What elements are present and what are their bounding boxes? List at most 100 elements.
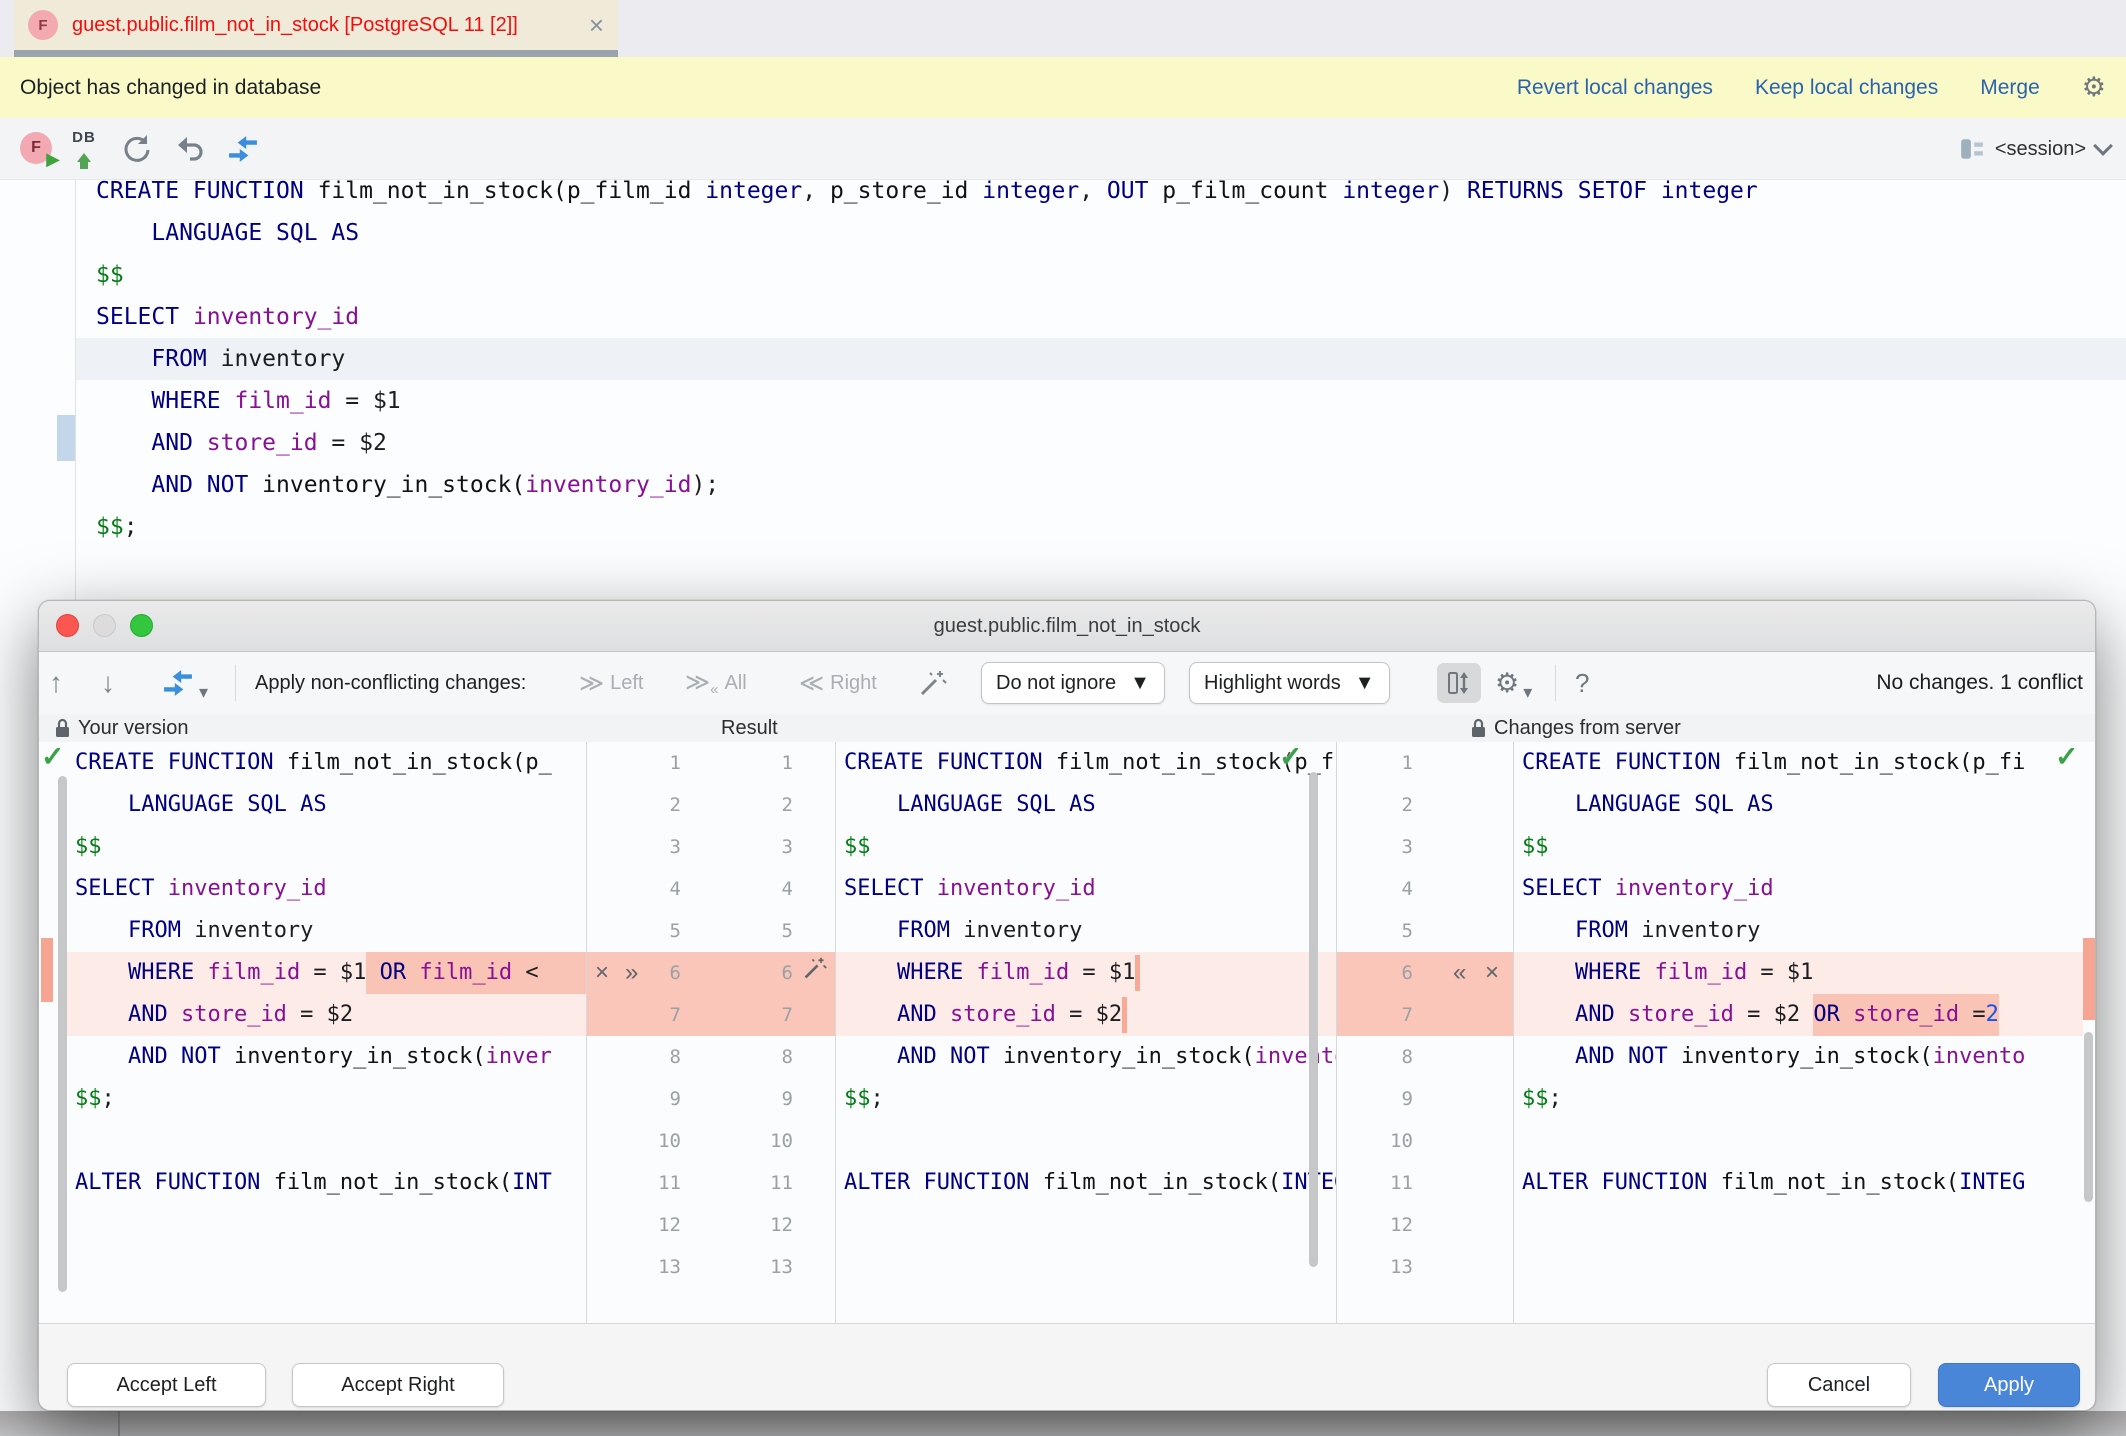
code-token: = $1 (1747, 952, 1813, 994)
ignore-policy-select[interactable]: Do not ignore ▼ (981, 663, 1165, 703)
code-line[interactable]: AND store_id = $2 (88, 422, 2126, 464)
code-token: $$ (75, 826, 102, 868)
code-token: integer (982, 170, 1079, 212)
code-token: OR (380, 952, 420, 994)
code-token: WHERE (151, 380, 234, 422)
ignore-right-change-icon[interactable]: × (1485, 952, 1499, 994)
left-error-stripe-marker[interactable] (41, 938, 53, 1002)
code-line: WHERE film_id = $1 (1514, 952, 2083, 994)
close-icon[interactable]: × (589, 12, 604, 38)
code-token: ; (102, 1078, 115, 1120)
code-line[interactable]: $$; (836, 1078, 1336, 1120)
changed-lines-marker (57, 415, 75, 461)
code-token (75, 952, 128, 994)
settings-button[interactable]: ⚙ ▾ (1495, 652, 1532, 714)
code-token: CREATE FUNCTION (75, 742, 287, 784)
code-token: , (802, 170, 830, 212)
code-token: CREATE FUNCTION (1522, 742, 1734, 784)
cancel-button[interactable]: Cancel (1767, 1363, 1911, 1407)
code-line[interactable]: ALTER FUNCTION film_not_in_stock(INTEGE (836, 1162, 1336, 1204)
line-number: 8 (707, 1036, 793, 1078)
code-token (844, 910, 897, 952)
line-number: 13 (595, 1246, 681, 1288)
gear-icon[interactable]: ⚙ (2082, 74, 2106, 101)
code-line[interactable]: CREATE FUNCTION film_not_in_stock(p_fil (836, 742, 1336, 784)
apply-left-button[interactable]: ≫ Left (579, 652, 643, 714)
previous-change-button[interactable]: ↑ (49, 652, 63, 714)
tab-film-not-in-stock[interactable]: F guest.public.film_not_in_stock [Postgr… (14, 0, 618, 50)
magic-resolve-button[interactable] (919, 652, 947, 714)
code-line[interactable]: WHERE film_id = $1 (88, 380, 2126, 422)
code-line[interactable]: SELECT inventory_id (88, 296, 2126, 338)
code-line[interactable]: SELECT inventory_id (836, 868, 1336, 910)
code-token (96, 380, 151, 422)
apply-all-button[interactable]: ≫« All (685, 652, 747, 714)
code-line[interactable]: FROM inventory (88, 338, 2126, 380)
code-line[interactable]: $$ (88, 254, 2126, 296)
right-error-stripe-marker[interactable] (2083, 938, 2095, 1020)
run-function-icon: F▶ (20, 132, 54, 166)
code-token: film_not_in_stock(p_fi (1734, 742, 2025, 784)
code-token: inventory_id (937, 868, 1096, 910)
code-token: $$ (96, 506, 124, 548)
code-token: inventory_in_stock( (1681, 1036, 1933, 1078)
code-token: inventory (194, 910, 313, 952)
code-line[interactable]: AND NOT inventory_in_stock(inventor (836, 1036, 1336, 1078)
help-button[interactable]: ? (1575, 652, 1589, 714)
code-token: p_store_id (830, 170, 982, 212)
left-scrollbar[interactable] (58, 776, 67, 1292)
apply-right-button[interactable]: ≪ Right (799, 652, 877, 714)
zoom-window-button[interactable] (130, 614, 153, 637)
apply-right-change-icon[interactable]: « (1453, 952, 1466, 994)
code-line[interactable] (836, 1246, 1336, 1288)
code-token: CREATE FUNCTION (96, 170, 318, 212)
center-pane-header: Result (721, 714, 778, 742)
code-token: FROM (1575, 910, 1641, 952)
code-token: ; (1549, 1078, 1562, 1120)
code-line[interactable] (836, 1120, 1336, 1162)
line-number: 2 (707, 784, 793, 826)
merge-link[interactable]: Merge (1980, 76, 2040, 100)
highlight-policy-select[interactable]: Highlight words ▼ (1189, 663, 1390, 703)
keep-local-changes-link[interactable]: Keep local changes (1755, 76, 1938, 100)
line-number: 9 (707, 1078, 793, 1120)
dialog-title: guest.public.film_not_in_stock (934, 615, 1201, 638)
run-function-button[interactable]: F▶ (17, 118, 57, 180)
code-line[interactable]: AND store_id = $2 (836, 994, 1336, 1036)
resolve-conflict-wand-icon[interactable] (803, 952, 827, 994)
apply-button[interactable]: Apply (1938, 1363, 2080, 1407)
dropdown-caret-icon: ▾ (199, 682, 208, 703)
code-line[interactable]: AND NOT inventory_in_stock(inventory_id)… (88, 464, 2126, 506)
center-scrollbar[interactable] (1309, 772, 1318, 1267)
minimize-window-button[interactable] (93, 614, 116, 637)
revert-local-changes-link[interactable]: Revert local changes (1517, 76, 1713, 100)
code-line[interactable]: LANGUAGE SQL AS (836, 784, 1336, 826)
accept-right-button[interactable]: Accept Right (292, 1363, 504, 1407)
code-line[interactable]: LANGUAGE SQL AS (88, 212, 2126, 254)
code-token (844, 952, 897, 994)
next-change-button[interactable]: ↓ (101, 652, 115, 714)
code-token: invento (1933, 1036, 2026, 1078)
code-line[interactable]: WHERE film_id = $1 (836, 952, 1336, 994)
right-scrollbar[interactable] (2084, 1032, 2093, 1202)
code-line[interactable]: $$ (836, 826, 1336, 868)
synchronize-scrolling-toggle[interactable] (1437, 663, 1481, 703)
line-number: 6 (707, 952, 793, 994)
code-line[interactable]: CREATE FUNCTION film_not_in_stock(p_film… (88, 170, 2126, 212)
result-pane[interactable]: CREATE FUNCTION film_not_in_stock(p_fil … (836, 742, 1336, 1323)
code-token: WHERE (128, 952, 207, 994)
session-label: <session> (1995, 138, 2086, 161)
code-line[interactable]: FROM inventory (836, 910, 1336, 952)
accept-left-button[interactable]: Accept Left (67, 1363, 266, 1407)
code-line[interactable] (836, 1204, 1336, 1246)
undo-icon (174, 133, 206, 165)
code-token: film_not_in_stock( (1721, 1162, 1959, 1204)
code-token: OR (1813, 994, 1853, 1036)
code-token: INTEG (1959, 1162, 2025, 1204)
dialog-title-bar[interactable]: guest.public.film_not_in_stock (39, 601, 2095, 652)
apply-all-non-conflicting-button[interactable]: ▾ (161, 652, 208, 714)
code-token: $$ (75, 1078, 102, 1120)
code-line[interactable]: $$; (88, 506, 2126, 548)
insertion-marker (1135, 955, 1140, 991)
close-window-button[interactable] (56, 614, 79, 637)
